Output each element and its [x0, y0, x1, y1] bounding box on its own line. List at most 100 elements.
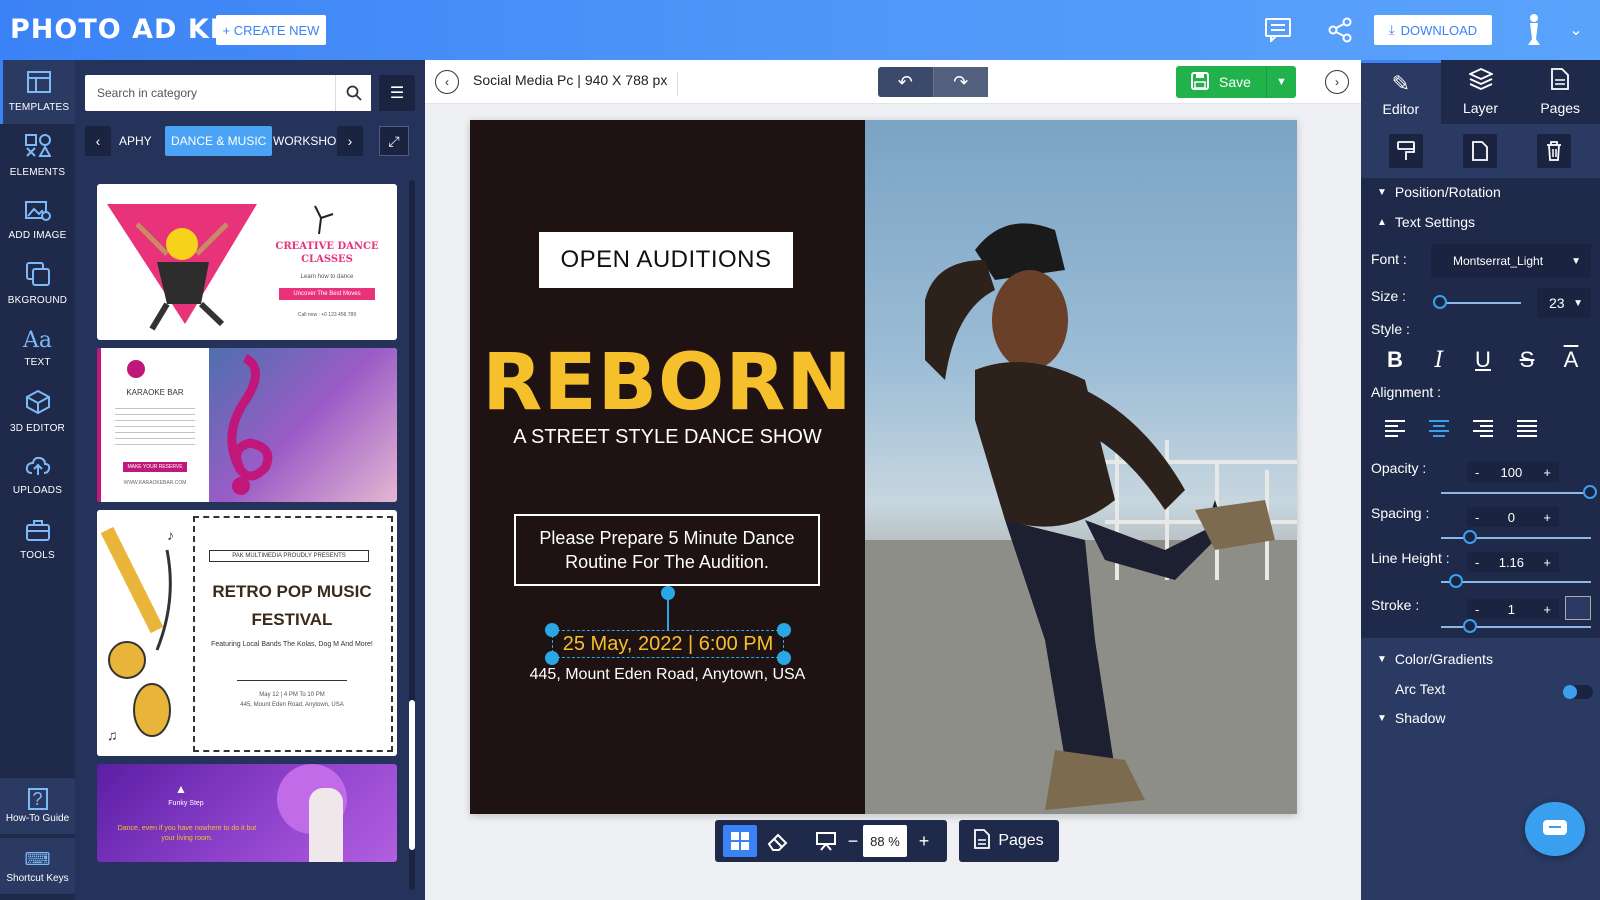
- save-button[interactable]: Save ▼: [1176, 66, 1296, 98]
- font-dropdown[interactable]: Montserrat_Light ▼: [1431, 244, 1591, 278]
- download-button[interactable]: ⤓ DOWNLOAD: [1374, 15, 1492, 45]
- zoom-level[interactable]: 88 %: [863, 825, 907, 857]
- opacity-slider[interactable]: [1441, 492, 1591, 494]
- spacing-slider-knob[interactable]: [1463, 530, 1477, 544]
- save-dropdown-icon[interactable]: ▼: [1266, 66, 1296, 98]
- resize-handle-bottom-right[interactable]: [777, 651, 791, 665]
- prepare-text-box[interactable]: Please Prepare 5 Minute Dance Routine Fo…: [514, 514, 820, 586]
- arc-text-toggle[interactable]: [1563, 685, 1593, 699]
- increment-button[interactable]: +: [1543, 555, 1551, 570]
- template-thumb-karaoke-bar[interactable]: KARAOKE BAR MAKE YOUR RESERVE WWW.KARAOK…: [97, 348, 397, 502]
- rail-item-templates[interactable]: TEMPLATES: [0, 60, 75, 124]
- zoom-out-button[interactable]: −: [843, 825, 863, 857]
- italic-icon[interactable]: I: [1425, 346, 1453, 374]
- align-left-icon[interactable]: [1381, 414, 1409, 442]
- pages-button[interactable]: Pages: [959, 820, 1059, 862]
- expand-icon[interactable]: ⤢: [379, 126, 409, 156]
- rail-item-text[interactable]: Aa TEXT: [0, 316, 75, 380]
- category-tab-dance-music[interactable]: DANCE & MUSIC: [165, 126, 273, 156]
- headline-text[interactable]: REBORN: [470, 338, 865, 428]
- line-height-slider-knob[interactable]: [1449, 574, 1463, 588]
- section-color-gradients[interactable]: ▼ Color/Gradients: [1377, 651, 1493, 667]
- chevron-right-icon[interactable]: ›: [337, 126, 363, 156]
- rail-item-add-image[interactable]: ADD IMAGE: [0, 188, 75, 252]
- search-input[interactable]: Search in category: [85, 75, 335, 111]
- rail-item-elements[interactable]: ELEMENTS: [0, 124, 75, 188]
- present-icon[interactable]: [809, 825, 843, 857]
- increment-button[interactable]: +: [1543, 510, 1551, 525]
- opacity-stepper[interactable]: - 100 +: [1467, 462, 1559, 482]
- format-painter-icon[interactable]: [1389, 134, 1423, 168]
- trash-icon[interactable]: [1537, 134, 1571, 168]
- overline-icon[interactable]: A: [1557, 346, 1585, 374]
- open-auditions-badge[interactable]: OPEN AUDITIONS: [539, 232, 793, 288]
- duplicate-icon[interactable]: [1463, 134, 1497, 168]
- size-slider-knob[interactable]: [1433, 295, 1447, 309]
- spacing-stepper[interactable]: - 0 +: [1467, 507, 1559, 527]
- decrement-button[interactable]: -: [1475, 602, 1479, 617]
- tab-editor[interactable]: ✎ Editor: [1361, 60, 1441, 124]
- decrement-button[interactable]: -: [1475, 465, 1479, 480]
- section-shadow[interactable]: ▼ Shadow: [1377, 710, 1446, 726]
- create-new-button[interactable]: + CREATE NEW: [216, 15, 326, 45]
- bold-icon[interactable]: B: [1381, 346, 1409, 374]
- undo-icon[interactable]: ↶: [878, 67, 933, 97]
- document-title[interactable]: Social Media Pc | 940 X 788 px: [473, 72, 679, 96]
- underline-icon[interactable]: U: [1469, 346, 1497, 374]
- how-to-guide-button[interactable]: ? How-To Guide: [0, 778, 75, 834]
- template-thumb-dance-classes[interactable]: CREATIVE DANCE CLASSES Learn how to danc…: [97, 184, 397, 340]
- category-tab-photography[interactable]: APHY: [113, 126, 161, 156]
- section-text-settings[interactable]: ▲ Text Settings: [1377, 214, 1475, 230]
- design-artboard[interactable]: OPEN AUDITIONS REBORN A STREET STYLE DAN…: [470, 120, 1297, 814]
- subtitle-text[interactable]: A STREET STYLE DANCE SHOW: [470, 426, 865, 449]
- increment-button[interactable]: +: [1543, 602, 1551, 617]
- resize-handle-top-right[interactable]: [777, 623, 791, 637]
- align-center-icon[interactable]: [1425, 414, 1453, 442]
- align-right-icon[interactable]: [1469, 414, 1497, 442]
- resize-handle-bottom-left[interactable]: [545, 651, 559, 665]
- collapse-left-icon[interactable]: ‹: [435, 70, 459, 94]
- template-thumb-funky-step[interactable]: ▲ Funky Step Dance, even if you have now…: [97, 764, 397, 862]
- zoom-in-button[interactable]: +: [911, 825, 937, 857]
- chat-support-icon[interactable]: [1525, 802, 1585, 856]
- dancer-photo[interactable]: [865, 120, 1297, 814]
- category-tab-workshop[interactable]: WORKSHO: [267, 126, 337, 156]
- tab-pages[interactable]: Pages: [1520, 60, 1600, 124]
- line-height-stepper[interactable]: - 1.16 +: [1467, 552, 1559, 572]
- rail-item-uploads[interactable]: UPLOADS: [0, 444, 75, 508]
- template-thumb-retro-pop[interactable]: ♪ ♫ PAK MULTIMEDIA PROUDLY PRESENTS RETR…: [97, 510, 397, 756]
- user-avatar-icon[interactable]: [1518, 14, 1550, 46]
- feedback-icon[interactable]: [1262, 14, 1294, 46]
- section-position-rotation[interactable]: ▼ Position/Rotation: [1377, 184, 1501, 200]
- address-text[interactable]: 445, Mount Eden Road, Anytown, USA: [470, 666, 865, 684]
- size-slider[interactable]: [1439, 302, 1521, 304]
- increment-button[interactable]: +: [1543, 465, 1551, 480]
- stroke-stepper[interactable]: - 1 +: [1467, 599, 1559, 619]
- rail-item-3d-editor[interactable]: 3D EDITOR: [0, 380, 75, 444]
- line-height-slider[interactable]: [1441, 581, 1591, 583]
- tab-layer[interactable]: Layer: [1441, 60, 1521, 124]
- decrement-button[interactable]: -: [1475, 510, 1479, 525]
- eraser-icon[interactable]: [761, 825, 795, 857]
- date-text-selected[interactable]: 25 May, 2022 | 6:00 PM: [552, 630, 784, 658]
- stroke-slider-knob[interactable]: [1463, 619, 1477, 633]
- align-justify-icon[interactable]: [1513, 414, 1541, 442]
- decrement-button[interactable]: -: [1475, 555, 1479, 570]
- account-dropdown-icon[interactable]: ⌄: [1560, 14, 1592, 46]
- search-icon[interactable]: [335, 75, 371, 111]
- panel-scrollbar-thumb[interactable]: [409, 700, 415, 850]
- collapse-right-icon[interactable]: ›: [1325, 70, 1349, 94]
- strikethrough-icon[interactable]: S: [1513, 346, 1541, 374]
- chevron-left-icon[interactable]: ‹: [85, 126, 111, 156]
- rotation-handle[interactable]: [661, 586, 675, 600]
- grid-icon[interactable]: [723, 825, 757, 857]
- opacity-slider-knob[interactable]: [1583, 485, 1597, 499]
- stroke-color-swatch[interactable]: [1565, 596, 1591, 620]
- shortcut-keys-button[interactable]: ⌨ Shortcut Keys: [0, 838, 75, 894]
- list-view-icon[interactable]: ☰: [379, 75, 415, 111]
- resize-handle-top-left[interactable]: [545, 623, 559, 637]
- size-dropdown[interactable]: 23 ▼: [1537, 288, 1591, 318]
- redo-icon[interactable]: ↷: [932, 67, 988, 97]
- rail-item-tools[interactable]: TOOLS: [0, 508, 75, 572]
- rail-item-background[interactable]: BKGROUND: [0, 252, 75, 316]
